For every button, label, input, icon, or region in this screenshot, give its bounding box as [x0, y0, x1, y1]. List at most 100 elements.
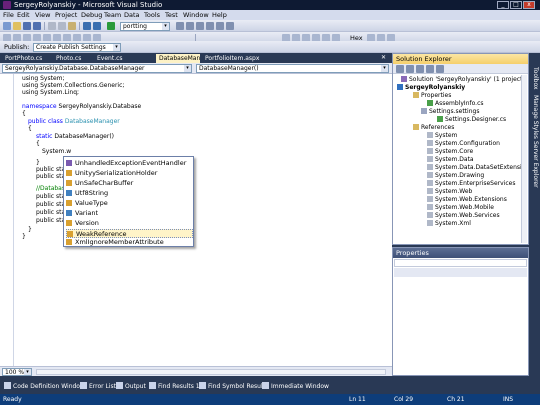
tab-find-results-1[interactable]: Find Results 1	[149, 382, 200, 392]
tree-node[interactable]: System	[427, 132, 457, 140]
tree-node[interactable]: System.Data	[427, 156, 474, 164]
menu-file[interactable]: File	[3, 11, 14, 19]
tab-immediate-window[interactable]: Immediate Window	[262, 382, 329, 392]
completion-item[interactable]: UnSafeCharBuffer	[66, 179, 193, 188]
tree-node[interactable]: References	[413, 124, 454, 132]
member-dropdown[interactable]: DatabaseManager() ▾	[196, 64, 389, 73]
tree-node[interactable]: AssemblyInfo.cs	[427, 100, 484, 108]
zoom-combo[interactable]: 100 % ▾	[2, 368, 32, 376]
tree-node[interactable]: Settings.Designer.cs	[437, 116, 506, 124]
tree-solution[interactable]: Solution 'SergeyRolyanskiy' (1 project)	[401, 76, 525, 84]
redo-icon[interactable]	[93, 22, 101, 30]
show-all-files-icon[interactable]	[406, 65, 414, 73]
menu-team[interactable]: Team	[104, 11, 121, 19]
new-project-icon[interactable]	[3, 22, 11, 30]
tab-portphoto[interactable]: PortPhoto.cs	[2, 54, 52, 63]
save-all-icon[interactable]	[33, 22, 41, 30]
tree-node[interactable]: Properties	[413, 92, 451, 100]
save-icon[interactable]	[23, 22, 31, 30]
tab-photo[interactable]: Photo.cs	[53, 54, 93, 63]
tab-output[interactable]: Output	[116, 382, 146, 392]
refresh-icon[interactable]	[416, 65, 424, 73]
copy-icon[interactable]	[58, 22, 66, 30]
tab-find-symbol-results[interactable]: Find Symbol Results	[199, 382, 268, 392]
menu-tools[interactable]: Tools	[144, 11, 160, 19]
tab-databasemanager[interactable]: DatabaseManager.cs*	[156, 54, 200, 63]
completion-item[interactable]: UnityySerializationHolder	[66, 169, 193, 178]
tree-node[interactable]: System.Data.DataSetExtensio	[427, 164, 525, 172]
title-bar: SergeyRolyanskiy - Microsoft Visual Stud…	[0, 0, 540, 10]
tree-node[interactable]: System.Drawing	[427, 172, 484, 180]
solution-explorer-icon[interactable]	[186, 22, 194, 30]
maximize-button[interactable]: □	[510, 1, 522, 9]
view-designer-icon[interactable]	[436, 65, 444, 73]
server-explorer-tab[interactable]: Server Explorer	[530, 141, 539, 188]
start-page-icon[interactable]	[226, 22, 234, 30]
properties-toolbar	[394, 268, 527, 277]
tab-code-definition-window[interactable]: Code Definition Window	[4, 382, 85, 392]
start-debugging-icon[interactable]	[107, 22, 115, 30]
status-char: Ch 21	[447, 396, 465, 403]
menu-project[interactable]: Project	[55, 11, 77, 19]
cut-icon[interactable]	[48, 22, 56, 30]
tab-portfolioitem[interactable]: PortfolioItem.aspx	[202, 54, 262, 63]
tab-error-list[interactable]: Error List	[80, 382, 116, 392]
menu-data[interactable]: Data	[124, 11, 140, 19]
tree-node[interactable]: System.EnterpriseServices	[427, 180, 515, 188]
tree-project[interactable]: SergeyRolyanskiy	[397, 84, 465, 92]
status-bar: Ready Ln 11 Col 29 Ch 21 INS	[0, 394, 540, 405]
completion-item-selected[interactable]: WeakReference	[66, 229, 193, 238]
toolbox-icon[interactable]	[216, 22, 224, 30]
struct-icon	[66, 190, 72, 196]
completion-item[interactable]: Variant	[66, 209, 193, 218]
tree-node[interactable]: System.Xml	[427, 220, 471, 228]
tree-node[interactable]: System.Configuration	[427, 140, 500, 148]
completion-item[interactable]: Version	[66, 219, 193, 228]
tree-node[interactable]: System.Web.Services	[427, 212, 500, 220]
tab-event[interactable]: Event.cs	[94, 54, 134, 63]
minimize-button[interactable]: _	[497, 1, 509, 9]
completion-item[interactable]: XmlIgnoreMemberAttribute	[66, 238, 193, 247]
paste-icon[interactable]	[68, 22, 76, 30]
tree-node[interactable]: System.Web	[427, 188, 472, 196]
object-selector[interactable]	[394, 259, 527, 267]
properties-icon[interactable]	[196, 22, 204, 30]
csharp-file-icon	[427, 100, 433, 106]
code-editor[interactable]: using System; using System.Collections.G…	[0, 74, 392, 366]
web-project-icon	[397, 84, 403, 90]
find-icon[interactable]	[176, 22, 184, 30]
menu-debug[interactable]: Debug	[81, 11, 102, 19]
properties-icon[interactable]	[396, 65, 404, 73]
menu-view[interactable]: View	[35, 11, 50, 19]
menu-test[interactable]: Test	[165, 11, 178, 19]
tree-node[interactable]: Settings.settings	[421, 108, 479, 116]
publish-profile-combo[interactable]: Create Publish Settings ▾	[33, 43, 121, 52]
completion-item[interactable]: UnhandledExceptionEventHandler	[66, 159, 193, 168]
reference-icon	[427, 196, 433, 202]
horizontal-scrollbar[interactable]	[36, 369, 386, 375]
view-code-icon[interactable]	[426, 65, 434, 73]
undo-icon[interactable]	[83, 22, 91, 30]
vertical-scrollbar[interactable]	[521, 75, 527, 243]
code-line: namespace SergeyRolyanskiy.Database	[22, 103, 142, 110]
tree-node[interactable]: System.Web.Mobile	[427, 204, 494, 212]
object-browser-icon[interactable]	[206, 22, 214, 30]
type-dropdown[interactable]: SergeyRolyanskiy.Database.DatabaseManage…	[2, 64, 192, 73]
close-button[interactable]: x	[523, 1, 535, 9]
close-document-icon[interactable]: ✕	[381, 54, 386, 61]
toolbox-tab[interactable]: Toolbox	[530, 67, 539, 90]
completion-item[interactable]: Utf8String	[66, 189, 193, 198]
menu-edit[interactable]: Edit	[17, 11, 30, 19]
tree-node[interactable]: System.Core	[427, 148, 473, 156]
menu-help[interactable]: Help	[212, 11, 227, 19]
manage-styles-tab[interactable]: Manage Styles	[530, 95, 539, 139]
intellisense-list[interactable]: UnhandledExceptionEventHandler UnityySer…	[63, 156, 194, 247]
tree-node[interactable]: System.Web.Extensions	[427, 196, 507, 204]
open-icon[interactable]	[13, 22, 21, 30]
configuration-combo[interactable]: portting ▾	[120, 22, 170, 31]
completion-item[interactable]: ValueType	[66, 199, 193, 208]
code-line: public class DatabaseManager	[28, 118, 120, 125]
menu-window[interactable]: Window	[183, 11, 209, 19]
reference-icon	[427, 172, 433, 178]
web-one-click-publish-toolbar: Publish: Create Publish Settings ▾	[0, 41, 540, 53]
